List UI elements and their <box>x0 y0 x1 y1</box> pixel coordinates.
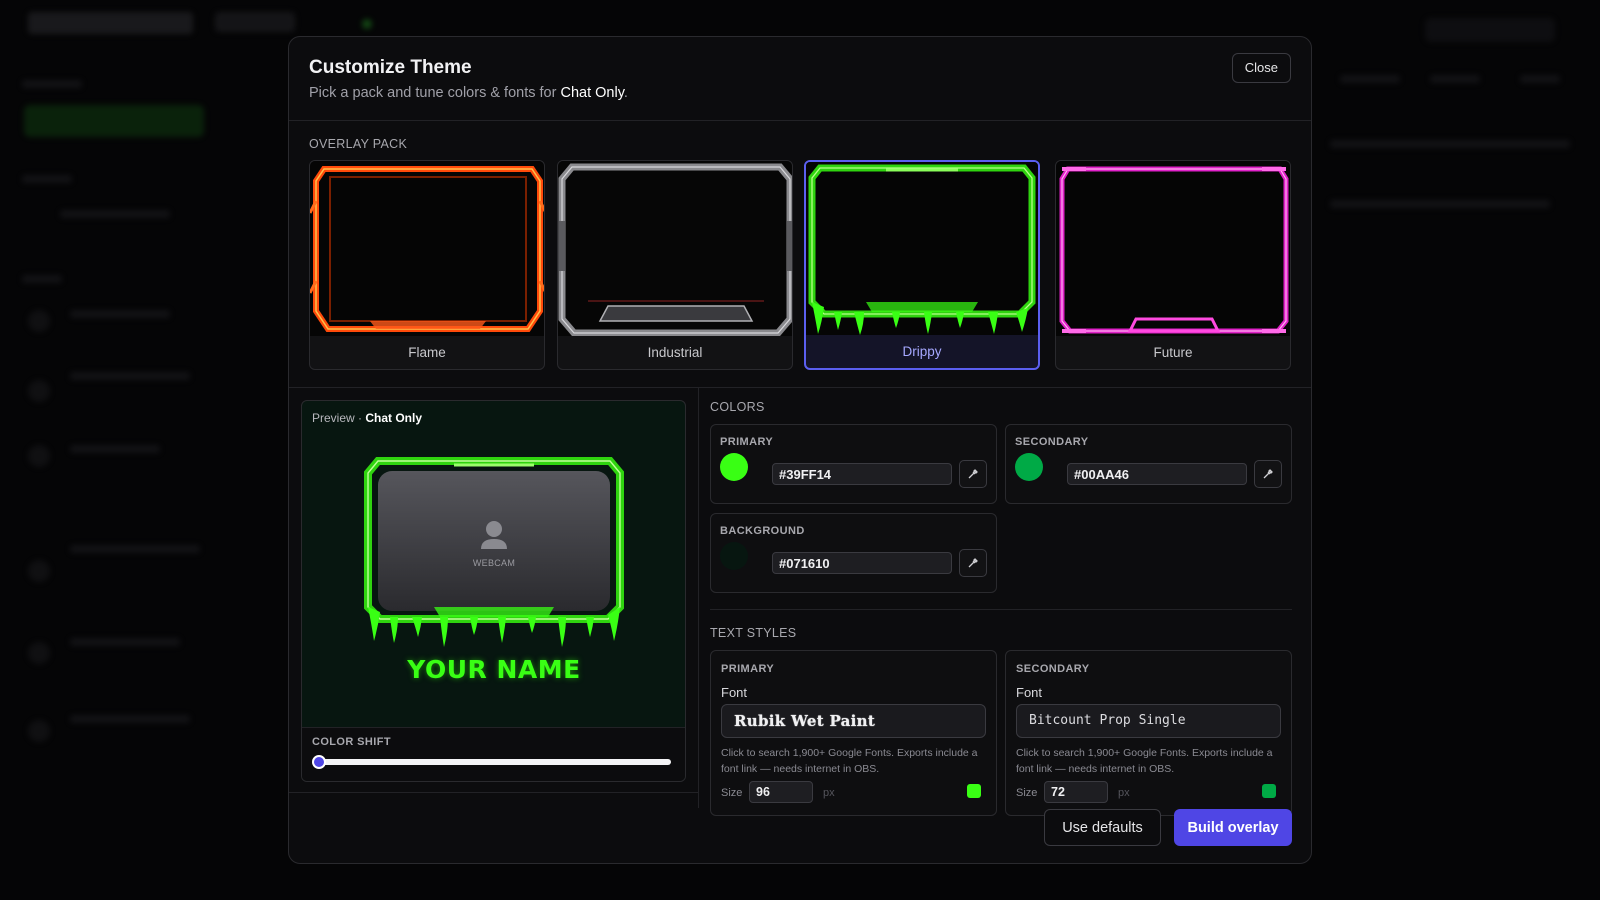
background-pill <box>215 12 295 32</box>
flame-frame-thumbnail <box>310 161 544 336</box>
background-line <box>22 275 62 283</box>
eyedropper-icon <box>968 558 978 568</box>
background-active-item <box>24 105 204 137</box>
background-line <box>1330 200 1550 208</box>
overlay-pack-label: OVERLAY PACK <box>309 137 408 151</box>
background-status-dot <box>362 19 372 29</box>
secondary-font-label: Font <box>1016 685 1043 700</box>
primary-text-label: PRIMARY <box>721 663 775 675</box>
pack-name: Flame <box>408 345 446 360</box>
eyedropper-icon <box>968 469 978 479</box>
background-line <box>60 210 170 218</box>
preview-overlay-frame <box>364 457 624 647</box>
background-line <box>70 310 170 318</box>
secondary-color-hex-input[interactable] <box>1067 463 1247 485</box>
vertical-divider <box>698 388 699 808</box>
background-line <box>1340 75 1400 83</box>
future-frame-thumbnail <box>1056 161 1290 336</box>
secondary-color-swatch[interactable] <box>1015 453 1043 481</box>
background-color-swatch[interactable] <box>720 542 748 570</box>
background-line <box>70 715 190 723</box>
background-avatar <box>28 720 50 742</box>
color-shift-slider-thumb[interactable] <box>312 755 326 769</box>
modal-title: Customize Theme <box>309 57 472 78</box>
eyedropper-icon <box>1263 469 1273 479</box>
primary-font-label: Font <box>721 685 748 700</box>
background-avatar <box>28 445 50 467</box>
secondary-color-picker-button[interactable] <box>1254 460 1282 488</box>
pack-industrial[interactable]: Industrial <box>557 160 793 370</box>
background-color-picker-button[interactable] <box>959 549 987 577</box>
color-shift-section: COLOR SHIFT <box>302 727 685 781</box>
background-line <box>22 175 72 183</box>
background-right-panel <box>1310 60 1600 900</box>
modal-header: Customize Theme Pick a pack and tune col… <box>289 37 1311 121</box>
pack-name: Future <box>1153 345 1193 360</box>
preview-target: Chat Only <box>365 411 423 425</box>
text-styles-label: TEXT STYLES <box>710 626 797 640</box>
build-overlay-button[interactable]: Build overlay <box>1174 809 1292 846</box>
background-avatar <box>28 560 50 582</box>
primary-font-hint: Click to search 1,900+ Google Fonts. Exp… <box>721 747 978 775</box>
primary-color-box: PRIMARY <box>710 424 997 504</box>
background-line <box>1520 75 1560 83</box>
background-line <box>1430 75 1480 83</box>
background-avatar <box>28 380 50 402</box>
modal-subtitle: Pick a pack and tune colors & fonts for … <box>309 85 628 101</box>
primary-color-label: PRIMARY <box>720 436 774 448</box>
preview-label-prefix: Preview · <box>312 411 366 425</box>
background-avatar <box>28 642 50 664</box>
secondary-text-label: SECONDARY <box>1016 663 1090 675</box>
preview-panel: Preview · Chat Only WEBCAM YOUR NAME COL… <box>301 400 686 782</box>
secondary-color-label: SECONDARY <box>1015 436 1089 448</box>
pack-name: Drippy <box>902 344 942 359</box>
subtitle-suffix: . <box>623 85 628 101</box>
background-sidebar <box>0 60 225 900</box>
background-top-right-button <box>1425 18 1555 42</box>
industrial-frame-thumbnail <box>558 161 792 336</box>
section-divider <box>289 387 1311 388</box>
webcam-label: WEBCAM <box>472 558 516 568</box>
background-line <box>70 372 190 380</box>
preview-name-text: YOUR NAME <box>407 655 581 684</box>
background-color-box: BACKGROUND <box>710 513 997 593</box>
primary-color-hex-input[interactable] <box>772 463 952 485</box>
background-avatar <box>28 310 50 332</box>
background-line <box>22 80 82 88</box>
modal-footer: Use defaults Build overlay <box>289 792 1311 863</box>
overlay-pack-list: Flame Industrial Drippy Future <box>309 160 1292 372</box>
customize-theme-modal: Customize Theme Pick a pack and tune col… <box>288 36 1312 864</box>
use-defaults-button[interactable]: Use defaults <box>1044 809 1161 846</box>
background-line <box>1330 140 1570 148</box>
colors-label: COLORS <box>710 400 765 414</box>
secondary-font-selector[interactable]: Bitcount Prop Single <box>1016 704 1281 738</box>
pack-future[interactable]: Future <box>1055 160 1291 370</box>
color-shift-slider[interactable] <box>312 755 671 769</box>
colors-divider <box>710 609 1292 610</box>
primary-color-swatch[interactable] <box>720 453 748 481</box>
pack-drippy[interactable]: Drippy <box>804 160 1040 370</box>
close-button[interactable]: Close <box>1231 53 1291 83</box>
secondary-color-box: SECONDARY <box>1005 424 1292 504</box>
pack-flame[interactable]: Flame <box>309 160 545 370</box>
pack-name: Industrial <box>647 345 703 360</box>
subtitle-prefix: Pick a pack and tune colors & fonts for <box>309 85 561 101</box>
background-logo <box>28 12 193 34</box>
background-color-hex-input[interactable] <box>772 552 952 574</box>
background-line <box>70 545 200 553</box>
primary-color-picker-button[interactable] <box>959 460 987 488</box>
secondary-font-hint: Click to search 1,900+ Google Fonts. Exp… <box>1016 747 1273 775</box>
background-line <box>70 638 180 646</box>
background-color-label: BACKGROUND <box>720 525 805 537</box>
preview-label: Preview · Chat Only <box>312 411 422 425</box>
subtitle-target: Chat Only <box>560 85 624 101</box>
drippy-frame-thumbnail <box>806 162 1038 335</box>
background-line <box>70 445 160 453</box>
color-shift-label: COLOR SHIFT <box>312 736 391 748</box>
primary-font-selector[interactable]: Rubik Wet Paint <box>721 704 986 738</box>
